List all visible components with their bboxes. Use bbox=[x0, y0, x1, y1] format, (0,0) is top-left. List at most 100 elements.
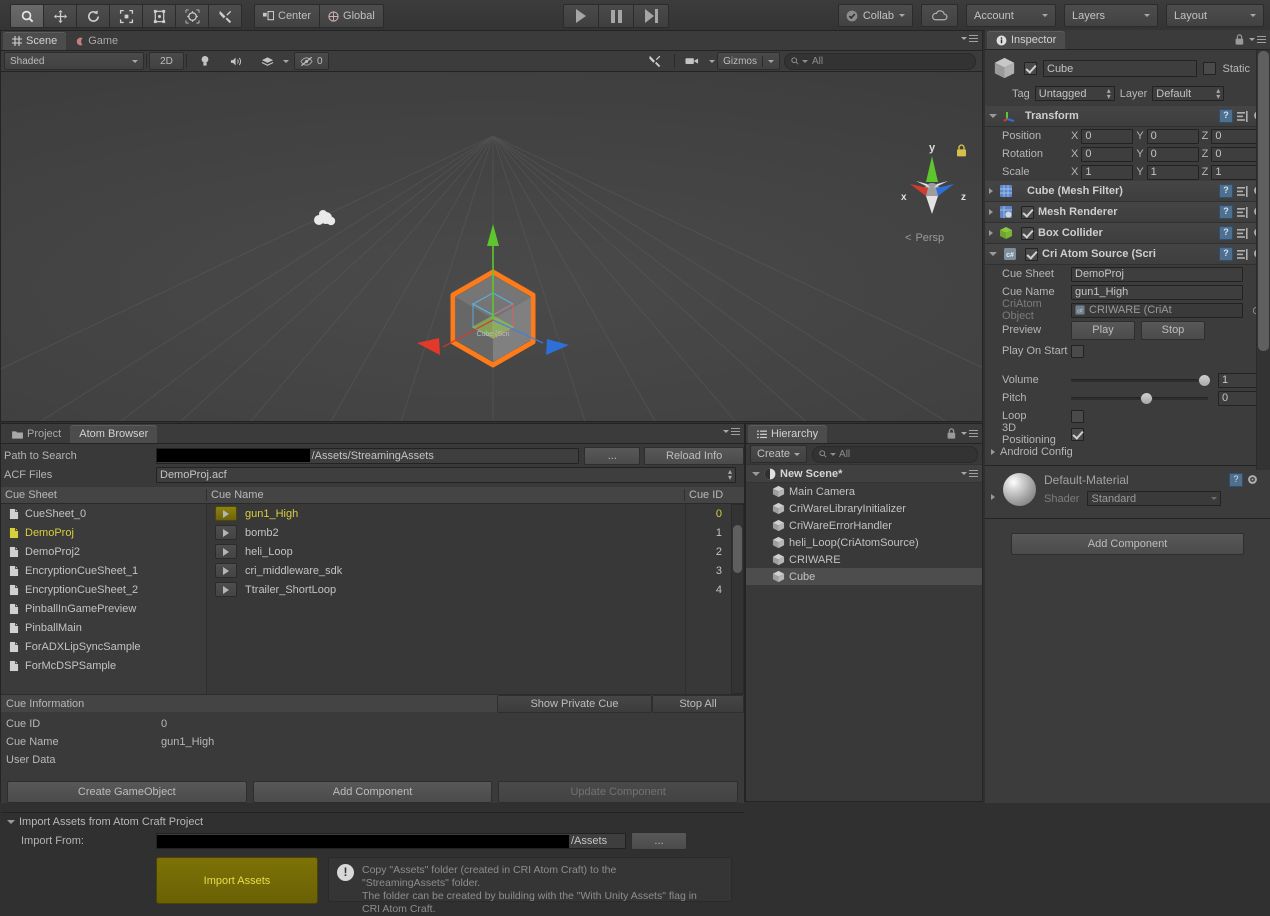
layout-button[interactable]: Layout bbox=[1166, 4, 1264, 27]
import-assets-button[interactable]: Import Assets bbox=[156, 857, 318, 904]
preset-icon[interactable] bbox=[1237, 248, 1249, 260]
scene-panel-menu[interactable] bbox=[961, 35, 978, 42]
axis-y-input[interactable]: 0 bbox=[1146, 146, 1199, 162]
axis-x-input[interactable]: 1 bbox=[1081, 164, 1134, 180]
inspector-scrollbar[interactable] bbox=[1256, 50, 1270, 470]
scene-viewport[interactable]: Cube (Scri y x z < Persp bbox=[1, 72, 982, 421]
help-icon[interactable]: ? bbox=[1219, 205, 1233, 219]
slider-knob[interactable] bbox=[1139, 391, 1153, 405]
account-button[interactable]: Account bbox=[966, 4, 1056, 27]
selected-cube-gizmo[interactable]: Cube (Scri bbox=[391, 152, 611, 382]
move-tool-button[interactable] bbox=[44, 4, 77, 28]
hierarchy-panel-menu[interactable] bbox=[947, 428, 978, 439]
cue-row[interactable]: heli_Loop bbox=[207, 542, 685, 561]
cue-sheet-row[interactable]: EncryptionCueSheet_2 bbox=[1, 580, 206, 599]
mode-2d-toggle[interactable]: 2D bbox=[149, 52, 184, 70]
reload-info-button[interactable]: Reload Info bbox=[644, 446, 744, 465]
inspector-panel-menu[interactable] bbox=[1235, 34, 1266, 45]
hierarchy-search-input[interactable]: All bbox=[812, 445, 978, 463]
create-gameobject-button[interactable]: Create GameObject bbox=[7, 781, 247, 803]
positioning-checkbox[interactable] bbox=[1071, 427, 1084, 441]
tab-scene[interactable]: Scene bbox=[3, 32, 67, 50]
axis-y-input[interactable]: 0 bbox=[1146, 128, 1199, 144]
acf-files-dropdown[interactable]: DemoProj.acf ▴ ▾ bbox=[156, 466, 736, 483]
component-header[interactable]: Mesh Renderer ? bbox=[985, 202, 1270, 223]
effects-dropdown[interactable] bbox=[281, 53, 291, 69]
cue-sheet-row[interactable]: PinballInGamePreview bbox=[1, 599, 206, 618]
play-on-start-checkbox[interactable] bbox=[1071, 344, 1084, 358]
material-actions[interactable]: ? bbox=[1229, 473, 1264, 487]
component-header[interactable]: Cube (Mesh Filter) ? bbox=[985, 181, 1270, 202]
effects-toggle[interactable] bbox=[253, 53, 281, 69]
cue-play-button[interactable] bbox=[215, 544, 237, 559]
cue-sheet-input[interactable]: DemoProj bbox=[1071, 266, 1243, 282]
cue-sheet-row[interactable]: ForMcDSPSample bbox=[1, 656, 206, 675]
projection-mode-label[interactable]: < Persp bbox=[905, 232, 944, 244]
triangle-right-icon[interactable] bbox=[991, 493, 995, 500]
cue-row[interactable]: gun1_High bbox=[207, 504, 685, 523]
hierarchy-item[interactable]: heli_Loop(CriAtomSource) bbox=[746, 534, 982, 551]
triangle-down-icon[interactable] bbox=[989, 252, 997, 256]
criatom-object-field[interactable]: c# CRIWARE (CriAt bbox=[1071, 302, 1243, 318]
cloud-button[interactable] bbox=[921, 4, 958, 27]
hand-tool-button[interactable] bbox=[10, 4, 44, 28]
cue-play-button[interactable] bbox=[215, 525, 237, 540]
preset-icon[interactable] bbox=[1237, 206, 1249, 218]
draw-mode-dropdown[interactable]: Shaded bbox=[4, 52, 144, 70]
cri-atom-source-enabled-checkbox[interactable] bbox=[1025, 247, 1038, 261]
triangle-down-icon[interactable] bbox=[752, 471, 760, 476]
gizmos-button[interactable]: Gizmos bbox=[717, 52, 780, 70]
scene-row-menu[interactable] bbox=[961, 470, 982, 477]
axis-x-input[interactable]: 0 bbox=[1081, 146, 1134, 162]
path-browse-button[interactable]: ... bbox=[584, 446, 641, 465]
shader-dropdown[interactable]: Standard bbox=[1087, 491, 1221, 506]
triangle-down-icon[interactable] bbox=[989, 114, 997, 118]
pivot-mode-button[interactable]: Center bbox=[254, 4, 321, 28]
step-button[interactable] bbox=[634, 4, 669, 28]
preset-icon[interactable] bbox=[1237, 185, 1249, 197]
lock-icon[interactable] bbox=[1235, 34, 1244, 45]
cue-row[interactable]: Ttrailer_ShortLoop bbox=[207, 580, 685, 599]
cue-play-button[interactable] bbox=[215, 563, 237, 578]
atom-panel-menu[interactable] bbox=[723, 428, 740, 435]
component-enabled-checkbox[interactable] bbox=[1021, 205, 1034, 219]
camera-button[interactable] bbox=[677, 53, 707, 69]
add-component-button[interactable]: Add Component bbox=[252, 781, 493, 803]
cue-name-input[interactable]: gun1_High bbox=[1071, 284, 1243, 300]
custom-tool-button[interactable] bbox=[209, 4, 242, 28]
cue-sheet-row[interactable]: CueSheet_0 bbox=[1, 504, 206, 523]
component-header[interactable]: Box Collider ? bbox=[985, 223, 1270, 244]
tab-project[interactable]: Project bbox=[3, 425, 70, 443]
hierarchy-item[interactable]: CRIWARE bbox=[746, 551, 982, 568]
collab-button[interactable]: Collab bbox=[837, 4, 913, 27]
help-icon[interactable]: ? bbox=[1219, 184, 1233, 198]
cue-list-scrollbar[interactable] bbox=[731, 504, 744, 694]
scrollbar-thumb[interactable] bbox=[733, 525, 742, 573]
help-icon[interactable]: ? bbox=[1219, 109, 1233, 123]
triangle-right-icon[interactable] bbox=[989, 209, 993, 215]
component-enabled-checkbox[interactable] bbox=[1021, 226, 1034, 240]
camera-dropdown[interactable] bbox=[707, 53, 717, 69]
tab-hierarchy[interactable]: Hierarchy bbox=[748, 425, 828, 443]
cue-play-button[interactable] bbox=[215, 506, 237, 521]
lock-icon[interactable] bbox=[947, 428, 956, 439]
scene-root-row[interactable]: New Scene* bbox=[746, 464, 982, 483]
triangle-right-icon[interactable] bbox=[989, 188, 993, 194]
create-button[interactable]: Create bbox=[750, 445, 808, 463]
tag-dropdown[interactable]: Untagged ▴ ▾ bbox=[1034, 86, 1115, 101]
android-config-row[interactable]: Android Config bbox=[985, 443, 1270, 461]
hidden-objects-toggle[interactable]: 0 bbox=[294, 52, 329, 70]
tab-inspector[interactable]: Inspector bbox=[987, 31, 1066, 49]
rect-tool-button[interactable] bbox=[143, 4, 176, 28]
layers-button[interactable]: Layers bbox=[1064, 4, 1158, 27]
volume-slider[interactable] bbox=[1071, 373, 1212, 387]
hierarchy-item[interactable]: Main Camera bbox=[746, 483, 982, 500]
cue-sheet-list[interactable]: CueSheet_0 DemoProj DemoProj2 EncryptionCue… bbox=[1, 504, 206, 694]
audio-toggle[interactable] bbox=[220, 53, 253, 69]
hierarchy-item[interactable]: Cube bbox=[746, 568, 982, 585]
axis-x-input[interactable]: 0 bbox=[1081, 128, 1134, 144]
hierarchy-item[interactable]: CriWareErrorHandler bbox=[746, 517, 982, 534]
help-icon[interactable]: ? bbox=[1219, 247, 1233, 261]
triangle-right-icon[interactable] bbox=[989, 230, 993, 236]
preset-icon[interactable] bbox=[1237, 110, 1249, 122]
